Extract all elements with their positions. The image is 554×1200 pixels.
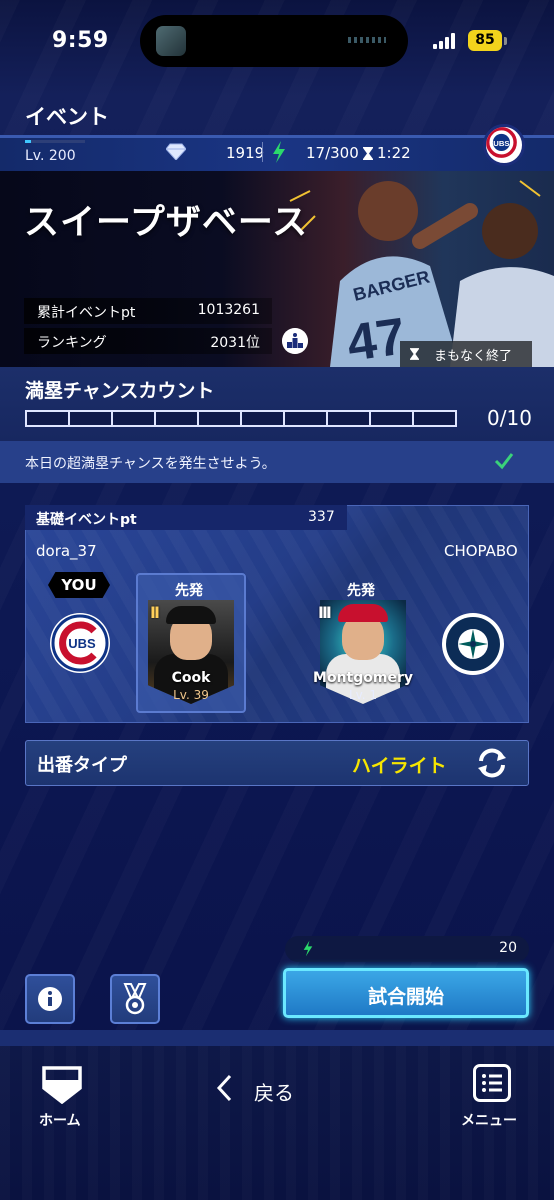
cap [166,606,216,624]
cubs-logo-icon[interactable]: UBS [483,124,525,166]
status-bar: 9:59 85 [0,0,554,90]
check-icon [494,453,514,470]
total-points-value: 1013261 [197,302,260,318]
stamina-timer: 1:22 [377,144,411,162]
home-label[interactable]: ホーム [39,1110,81,1130]
battery-cap [504,37,507,45]
mission-text: 本日の超満塁チャンスを発生させよう。 [25,456,276,472]
svg-text:UBS: UBS [68,636,96,651]
chance-segment [285,412,328,425]
user-pitcher-rank: II [150,603,160,622]
info-button[interactable] [25,974,75,1024]
divider [262,142,263,162]
ranking-label: ランキング [37,335,107,351]
dynamic-island [140,15,408,67]
signal-icon [433,33,457,49]
chance-segment [414,412,455,425]
chance-segment [328,412,371,425]
total-points-label: 累計イベントpt [37,305,136,321]
clock: 9:59 [52,28,109,53]
diamond-icon [166,143,186,160]
stamina-cost: 20 [285,936,529,962]
event-title: スイープザベース [24,203,309,243]
chance-segment [70,412,113,425]
user-name: dora_37 [36,542,97,560]
back-chevron-icon[interactable] [214,1074,236,1102]
back-label[interactable]: 戻る [254,1077,294,1106]
chance-progress-bar [25,410,457,427]
menu-icon[interactable] [473,1064,511,1102]
medal-icon [123,983,147,1015]
chance-segment [156,412,199,425]
opponent-pitcher-level: Lv. 1 [348,688,378,702]
you-badge: YOU [48,572,110,598]
svg-text:UBS: UBS [493,139,509,148]
player-art-image: BARGER 47 [289,180,554,367]
start-game-button[interactable]: 試合開始 [283,968,529,1018]
bolt-icon [303,940,313,957]
refresh-icon[interactable] [476,748,508,778]
player-level: Lv. 200 [25,140,85,164]
user-pitcher-level: Lv. 39 [173,688,209,702]
ranking-row: ランキング 2031位 [24,328,272,354]
cap [338,604,388,622]
level-text: Lv. 200 [25,148,76,164]
battery-icon: 85 [468,30,502,51]
level-progress-bar [25,140,85,143]
hourglass-icon [363,147,373,160]
order-type-value: ハイライト [352,755,447,777]
opponent-pitcher-rank: III [318,603,332,622]
island-activity-indicator [348,37,386,43]
start-game-label: 試合開始 [367,986,444,1008]
ending-soon-text: まもなく終了 [434,349,513,364]
ending-soon-badge: まもなく終了 [400,341,532,367]
chance-title: 満塁チャンスカウント [25,380,215,402]
stamina-cost-value: 20 [499,940,517,956]
page-title: イベント [25,105,109,129]
mariners-logo-icon [442,613,504,675]
nav-divider [0,1030,554,1046]
base-points-label: 基礎イベントpt [36,512,137,528]
opponent-pitcher-name: Montgomery [313,670,413,686]
info-icon [38,987,62,1011]
user-starter-label: 先発 [175,583,203,599]
menu-label[interactable]: メニュー [461,1110,517,1130]
opponent-starter-label: 先発 [347,583,375,599]
medal-button[interactable] [110,974,160,1024]
base-points-value: 337 [308,509,335,525]
stamina-count: 17/300 [306,144,359,162]
chance-segment [199,412,242,425]
home-plate-icon[interactable] [42,1066,82,1104]
gem-count: 1919 [226,144,265,162]
user-pitcher-name: Cook [171,670,211,686]
hourglass-icon [410,348,419,360]
chance-segment [242,412,285,425]
cubs-logo-icon: UBS [50,613,110,673]
ranking-podium-icon[interactable] [282,328,308,354]
chance-segment [371,412,414,425]
ranking-value: 2031位 [210,335,260,351]
opponent-name: CHOPABO [444,542,518,560]
total-points-row: 累計イベントpt 1013261 [24,298,272,324]
chance-segment [27,412,70,425]
bolt-icon [273,141,285,163]
chance-count: 0/10 [487,406,532,430]
order-type-label: 出番タイプ [37,755,127,776]
island-app-icon [156,26,186,56]
menu-lines [482,1074,502,1092]
level-progress-fill [25,140,31,143]
chance-segment [113,412,156,425]
